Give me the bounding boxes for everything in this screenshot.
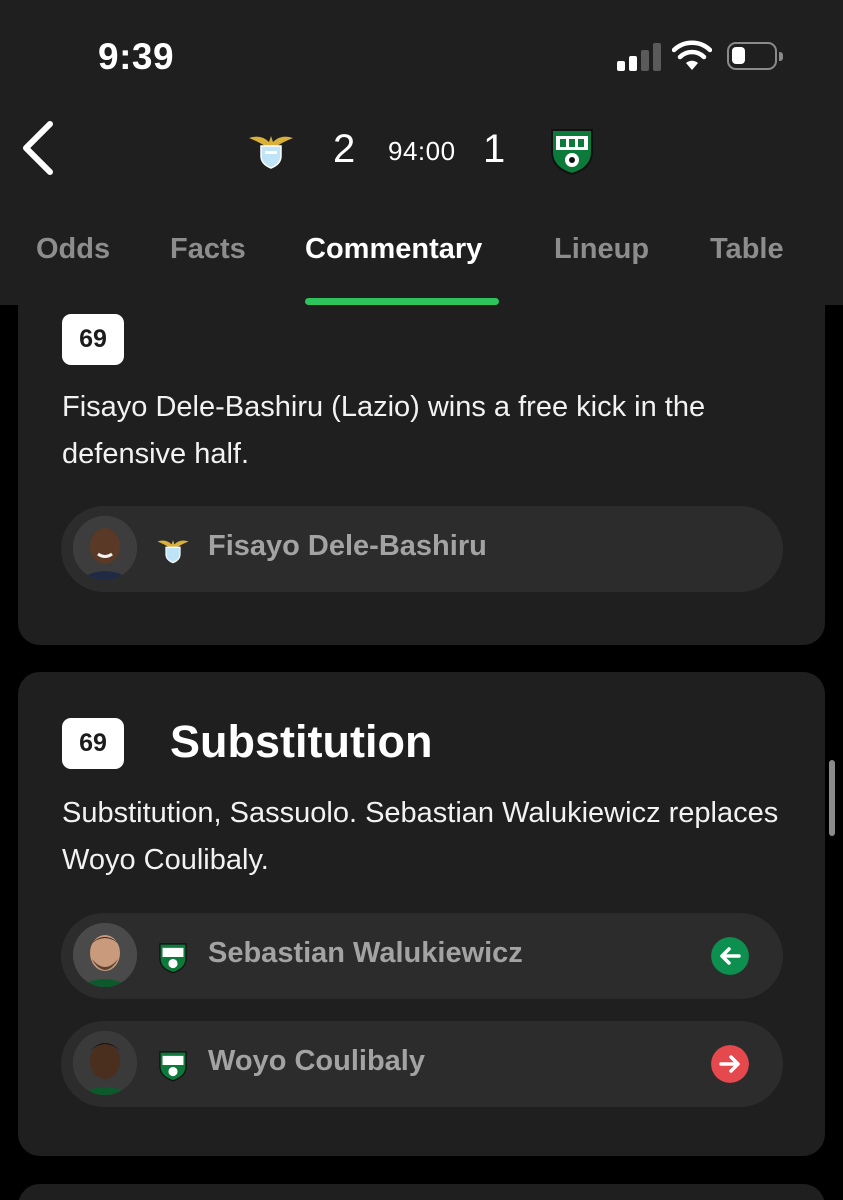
player-name: Sebastian Walukiewicz — [208, 937, 523, 969]
away-score: 1 — [483, 127, 506, 171]
player-avatar — [73, 516, 137, 580]
battery-icon — [727, 42, 783, 70]
arrow-left-icon — [711, 937, 749, 975]
player-avatar — [73, 1031, 137, 1095]
arrow-right-icon — [711, 1045, 749, 1083]
tab-odds[interactable]: Odds — [36, 233, 110, 266]
home-score: 2 — [333, 127, 356, 171]
match-screen: 9:39 2 94:00 1 Odds Facts Commentary Lin… — [0, 0, 843, 1200]
player-chip-in[interactable]: Sebastian Walukiewicz — [61, 913, 783, 999]
player-name: Fisayo Dele-Bashiru — [208, 530, 487, 562]
back-button[interactable] — [14, 116, 64, 180]
commentary-text: Fisayo Dele-Bashiru (Lazio) wins a free … — [62, 391, 706, 470]
sassuolo-crest-icon — [159, 943, 187, 974]
player-name: Woyo Coulibaly — [208, 1045, 425, 1077]
cellular-signal-icon — [617, 43, 661, 71]
tab-lineup[interactable]: Lineup — [554, 233, 649, 266]
scrollbar-thumb[interactable] — [829, 760, 835, 836]
commentary-card: 69 Fisayo Dele-Bashiru (Lazio) wins a fr… — [18, 260, 825, 645]
player-chip-out[interactable]: Woyo Coulibaly — [61, 1021, 783, 1107]
tab-facts[interactable]: Facts — [170, 233, 246, 266]
match-header: 9:39 2 94:00 1 Odds Facts Commentary Lin… — [0, 0, 843, 305]
lazio-crest-icon — [157, 540, 189, 564]
player-chip[interactable]: Fisayo Dele-Bashiru — [61, 506, 783, 592]
minute-badge: 69 — [62, 718, 124, 769]
minute-badge: 69 — [62, 314, 124, 365]
sassuolo-crest-icon — [159, 1051, 187, 1082]
substitution-card: 69 Substitution Substitution, Sassuolo. … — [18, 672, 825, 1156]
status-bar-time: 9:39 — [98, 36, 175, 77]
wifi-icon — [672, 40, 712, 70]
match-clock: 94:00 — [388, 136, 456, 166]
tab-table[interactable]: Table — [710, 233, 784, 266]
player-avatar — [73, 923, 137, 987]
tab-commentary[interactable]: Commentary — [305, 233, 482, 266]
lazio-crest-icon[interactable] — [247, 130, 295, 170]
commentary-card-next — [18, 1184, 825, 1200]
sassuolo-crest-icon[interactable] — [548, 124, 596, 176]
event-title: Substitution — [170, 716, 433, 767]
active-tab-indicator — [305, 298, 499, 305]
commentary-text: Substitution, Sassuolo. Sebastian Waluki… — [62, 797, 779, 876]
